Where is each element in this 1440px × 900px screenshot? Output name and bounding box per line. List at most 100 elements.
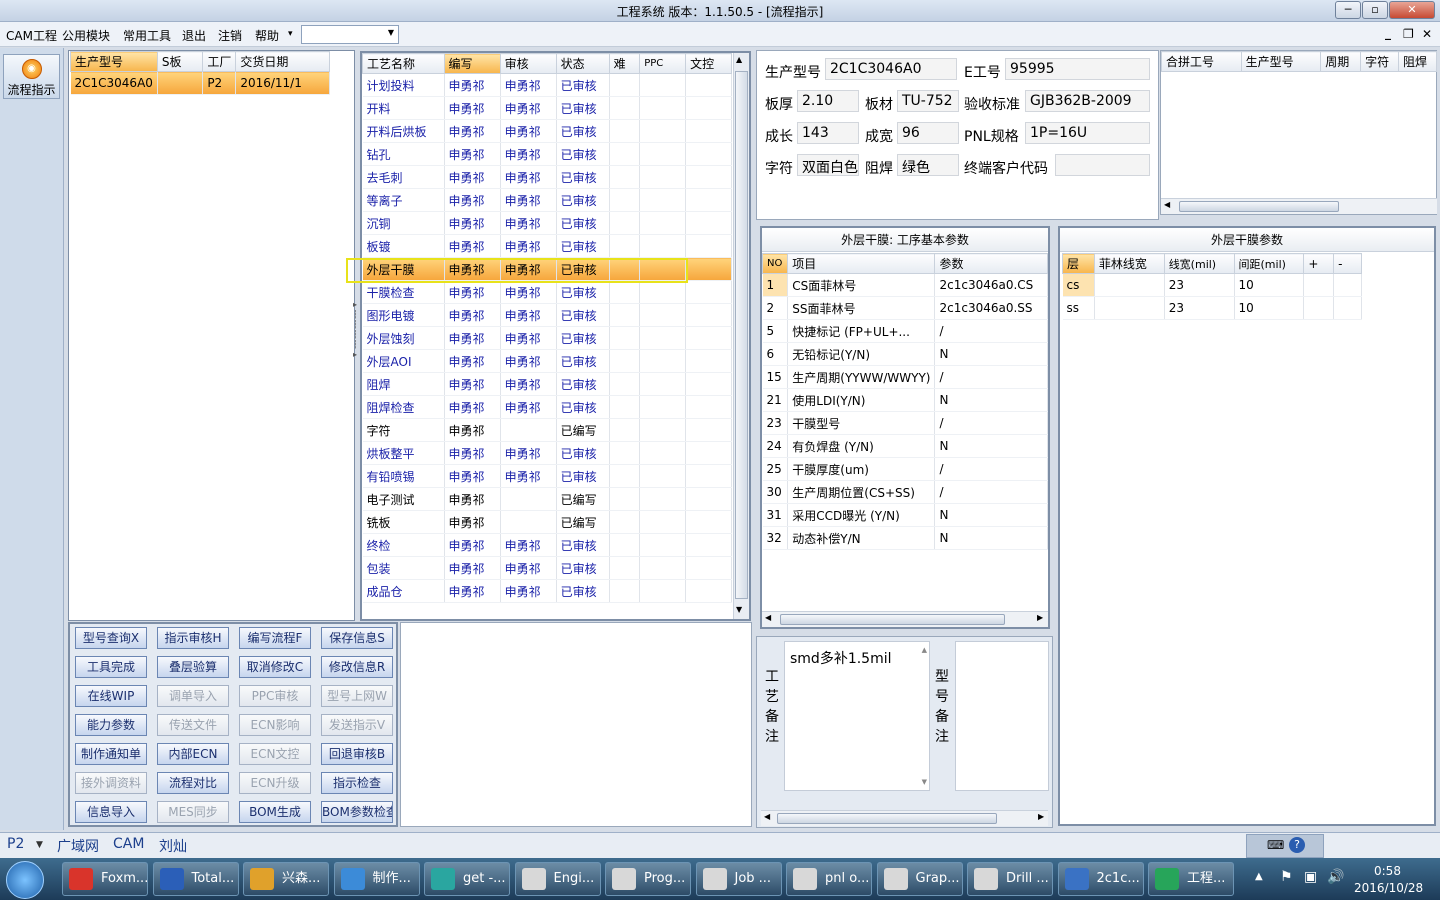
col-ppc[interactable]: PPC: [639, 53, 687, 74]
col-factory[interactable]: 工厂: [202, 51, 237, 72]
action-button[interactable]: ECN升级: [239, 772, 311, 794]
e-no-field[interactable]: 95995: [1005, 58, 1150, 80]
scroll-right-icon[interactable]: ▶: [1037, 613, 1043, 622]
menu-exit[interactable]: 退出: [182, 27, 206, 44]
tray-volume-icon[interactable]: 🔊: [1327, 869, 1344, 885]
action-button[interactable]: PPC审核: [239, 685, 311, 707]
process-row[interactable]: 板镀 申勇祁 申勇祁 已审核: [362, 234, 732, 258]
mdi-close-button[interactable]: ✕: [1422, 27, 1432, 41]
action-button[interactable]: 取消修改C: [239, 656, 311, 678]
col-line-width[interactable]: 线宽(mil): [1163, 253, 1235, 274]
col-reviewer[interactable]: 审核: [499, 53, 557, 74]
taskbar-item[interactable]: Total...: [152, 862, 239, 896]
process-scrollbar[interactable]: ▲ ▼: [733, 53, 749, 619]
scroll-down-icon[interactable]: ▼: [922, 778, 927, 786]
col-merge-legend[interactable]: 字符: [1360, 51, 1400, 72]
mdi-restore-button[interactable]: ❐: [1403, 27, 1414, 41]
clock-time[interactable]: 0:58: [1374, 864, 1401, 878]
merge-scroll-thumb[interactable]: [1179, 201, 1339, 212]
model-note-field[interactable]: [955, 641, 1049, 791]
merge-hscrollbar[interactable]: ◀: [1161, 198, 1437, 214]
menu-logout[interactable]: 注销: [218, 27, 242, 44]
col-process-name[interactable]: 工艺名称: [362, 53, 445, 74]
mdi-minimize-button[interactable]: _: [1385, 26, 1391, 40]
soldermask-field[interactable]: 绿色: [897, 154, 959, 176]
col-spacing[interactable]: 间距(mil): [1233, 253, 1305, 274]
action-button[interactable]: 型号查询X: [75, 627, 147, 649]
site-dropdown-icon[interactable]: ▼: [36, 840, 43, 850]
process-row[interactable]: 外层蚀刻 申勇祁 申勇祁 已审核: [362, 326, 732, 350]
col-param[interactable]: 参数: [934, 253, 1048, 274]
process-row[interactable]: 包装 申勇祁 申勇祁 已审核: [362, 556, 732, 580]
process-row[interactable]: 电子测试 申勇祁 已编写: [362, 487, 732, 511]
taskbar-item[interactable]: Engi...: [514, 862, 601, 896]
menu-common-modules[interactable]: 公用模块: [62, 27, 110, 44]
menu-combo[interactable]: ▼: [301, 25, 399, 44]
taskbar-item[interactable]: Grap...: [876, 862, 963, 896]
material-field[interactable]: TU-752: [897, 90, 959, 112]
params-hscrollbar[interactable]: ◀ ▶: [762, 611, 1048, 627]
taskbar-item[interactable]: Foxm...: [62, 862, 148, 896]
process-row[interactable]: 阻焊检查 申勇祁 申勇祁 已审核: [362, 395, 732, 419]
action-button[interactable]: 编写流程F: [239, 627, 311, 649]
process-row[interactable]: 字符 申勇祁 已编写: [362, 418, 732, 442]
taskbar-item[interactable]: 2c1c...: [1057, 862, 1144, 896]
action-button[interactable]: 指示审核H: [157, 627, 229, 649]
action-button[interactable]: 叠层验算: [157, 656, 229, 678]
process-row[interactable]: 终检 申勇祁 申勇祁 已审核: [362, 533, 732, 557]
language-bar[interactable]: ⌨ ?: [1246, 834, 1324, 858]
col-delivery-date[interactable]: 交货日期: [235, 51, 330, 72]
length-field[interactable]: 143: [797, 122, 859, 144]
process-row[interactable]: 阻焊 申勇祁 申勇祁 已审核: [362, 372, 732, 396]
order-row[interactable]: 2C1C3046A0 P2 2016/11/1: [70, 71, 330, 95]
scroll-left-icon[interactable]: ◀: [765, 613, 771, 622]
notes-hscrollbar[interactable]: ◀ ▶: [761, 810, 1048, 826]
col-film-width[interactable]: 菲林线宽: [1093, 253, 1165, 274]
col-merge-period[interactable]: 周期: [1320, 51, 1362, 72]
taskbar-item[interactable]: Drill ...: [967, 862, 1053, 896]
taskbar-item[interactable]: 兴森...: [243, 862, 329, 896]
param-row[interactable]: 25 干膜厚度(um) /: [762, 457, 1048, 481]
process-row[interactable]: 图形电镀 申勇祁 申勇祁 已审核: [362, 303, 732, 327]
taskbar-item[interactable]: Prog...: [605, 862, 691, 896]
param-row[interactable]: 21 使用LDI(Y/N) N: [762, 388, 1048, 412]
col-author[interactable]: 编写: [443, 53, 501, 74]
process-row[interactable]: 干膜检查 申勇祁 申勇祁 已审核: [362, 280, 732, 304]
col-s-board[interactable]: S板: [156, 51, 204, 72]
action-button[interactable]: 信息导入: [75, 801, 147, 823]
param-row[interactable]: 24 有负焊盘 (Y/N) N: [762, 434, 1048, 458]
taskbar-item[interactable]: Job ...: [695, 862, 782, 896]
col-merge-model[interactable]: 生产型号: [1240, 51, 1322, 72]
action-button[interactable]: ECN影响: [239, 714, 311, 736]
param-row[interactable]: 5 快捷标记 (FP+UL+... /: [762, 319, 1048, 343]
col-doc-control[interactable]: 文控: [685, 53, 732, 74]
col-difficulty[interactable]: 难: [608, 53, 641, 74]
param-row[interactable]: 15 生产周期(YYWW/WWYY) /: [762, 365, 1048, 389]
process-row[interactable]: 钻孔 申勇祁 申勇祁 已审核: [362, 142, 732, 166]
taskbar-item[interactable]: pnl o...: [786, 862, 872, 896]
col-merge-mask[interactable]: 阻焊: [1398, 51, 1437, 72]
process-note-field[interactable]: smd多补1.5mil ▲ ▼: [784, 641, 930, 791]
action-button[interactable]: 内部ECN: [157, 743, 229, 765]
thickness-field[interactable]: 2.10: [797, 90, 859, 112]
col-model[interactable]: 生产型号: [70, 51, 158, 72]
taskbar-item[interactable]: get -...: [424, 862, 510, 896]
outer-row[interactable]: cs 23 10: [1062, 273, 1362, 297]
start-button[interactable]: [6, 861, 44, 899]
col-no[interactable]: NO: [761, 253, 789, 274]
action-button[interactable]: 工具完成: [75, 656, 147, 678]
pnl-field[interactable]: 1P=16U: [1025, 122, 1150, 144]
scroll-left-icon[interactable]: ◀: [764, 812, 770, 821]
param-row[interactable]: 31 采用CCD曝光 (Y/N) N: [762, 503, 1048, 527]
scroll-left-icon[interactable]: ◀: [1164, 200, 1170, 209]
process-scroll-thumb[interactable]: [735, 71, 748, 599]
clock-date[interactable]: 2016/10/28: [1354, 881, 1423, 895]
action-button[interactable]: MES同步: [157, 801, 229, 823]
close-button[interactable]: ✕: [1389, 1, 1435, 19]
process-row[interactable]: 有铅喷锡 申勇祁 申勇祁 已审核: [362, 464, 732, 488]
scroll-down-icon[interactable]: ▼: [736, 605, 742, 614]
outer-row[interactable]: ss 23 10: [1062, 296, 1362, 320]
menu-cam[interactable]: CAM工程: [6, 27, 57, 44]
process-row[interactable]: 外层AOI 申勇祁 申勇祁 已审核: [362, 349, 732, 373]
maximize-button[interactable]: ▫: [1362, 1, 1388, 19]
